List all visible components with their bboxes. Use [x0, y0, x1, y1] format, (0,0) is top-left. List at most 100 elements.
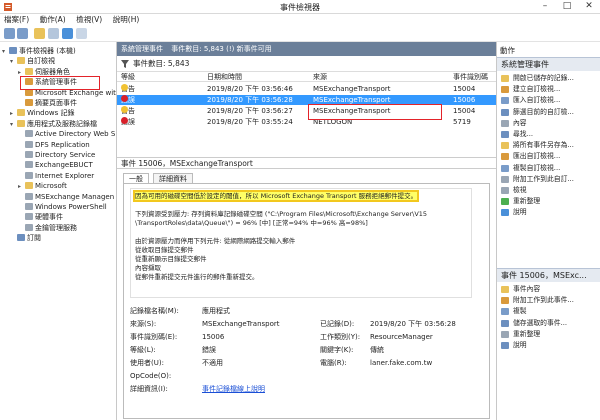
expander-icon[interactable]: ▾: [10, 57, 17, 67]
online-help-link[interactable]: 事件記錄檔線上說明: [202, 384, 265, 394]
action-item[interactable]: 儲存選取的事件...: [497, 318, 600, 329]
description-text: 從收取目錄提交郵件: [135, 246, 194, 254]
tree-node[interactable]: ▾ 應用程式及服務記錄檔: [10, 119, 97, 129]
action-item[interactable]: 說明: [497, 207, 600, 218]
tree-node[interactable]: Windows PowerShell: [18, 202, 107, 212]
tree-node[interactable]: Active Directory Web S: [18, 129, 115, 139]
action-item[interactable]: 附加工作到此事件...: [497, 295, 600, 306]
cell-id: 5719: [453, 118, 471, 126]
expander-icon[interactable]: ▾: [2, 47, 9, 57]
table-row[interactable]: 警告 2019/8/20 下午 03:56:27 MSExchangeTranspo…: [117, 106, 496, 116]
col-source[interactable]: 來源: [313, 72, 327, 82]
description-line: [135, 228, 467, 237]
action-icon: [501, 330, 509, 338]
tree-node[interactable]: Directory Service: [18, 150, 95, 160]
tree-node[interactable]: 摘要頁面事件: [18, 98, 77, 108]
minimize-button[interactable]: –: [534, 0, 556, 13]
tree-node-label: 自訂檢視: [27, 57, 55, 66]
menu-bar: 檔案(F) 動作(A) 檢視(V) 說明(H): [0, 14, 600, 26]
field-label: 等級(L):: [130, 346, 156, 354]
field-label: 電腦(R):: [320, 359, 347, 367]
menu-file[interactable]: 檔案(F): [0, 14, 33, 26]
tree-node[interactable]: 硬體事件: [18, 212, 63, 222]
event-count-bar: 事件數目: 5,843: [117, 58, 496, 70]
title-bar: 事件檢視器 – □ ✕: [0, 0, 600, 14]
col-event-id[interactable]: 事件識別碼: [453, 72, 488, 82]
folder-icon: [17, 109, 25, 117]
tree-node[interactable]: 系統管理事件: [18, 77, 77, 87]
table-row[interactable]: 錯誤 2019/8/20 下午 03:55:24 NETLOGON 5719: [117, 117, 496, 127]
action-item[interactable]: 將所有事件另存為...: [497, 140, 600, 151]
table-row[interactable]: 錯誤 2019/8/20 下午 03:56:28 MSExchangeTranspo…: [117, 95, 496, 105]
action-item[interactable]: 匯入自訂檢視...: [497, 95, 600, 106]
folder-icon[interactable]: [34, 28, 45, 39]
tree-node[interactable]: ▾ 自訂檢視: [10, 56, 55, 66]
cell: 警告: [121, 106, 135, 116]
event-grid: 等級 日期和時間 來源 事件識別碼 警告 2019/8/20 下午 03:56:4…: [117, 71, 496, 159]
folder-icon: [25, 88, 33, 96]
back-icon[interactable]: [4, 28, 15, 39]
col-datetime[interactable]: 日期和時間: [207, 72, 242, 82]
menu-view[interactable]: 檢視(V): [72, 14, 106, 26]
action-item[interactable]: 附加工作到此自訂...: [497, 174, 600, 185]
tree-node[interactable]: ▾ 事件檢視器 (本機): [2, 46, 76, 56]
table-row[interactable]: 警告 2019/8/20 下午 03:56:46 MSExchangeTranspo…: [117, 84, 496, 94]
close-button[interactable]: ✕: [578, 0, 600, 13]
action-item[interactable]: 重新整理: [497, 329, 600, 340]
action-label: 建立自訂檢視...: [513, 85, 561, 94]
action-item[interactable]: 複製: [497, 306, 600, 317]
tree-node[interactable]: ▸ Windows 記錄: [10, 108, 74, 118]
tree-node[interactable]: ▸ 伺服器角色: [18, 67, 70, 77]
tree-node[interactable]: 金鑰管理服務: [18, 223, 77, 233]
console-icon[interactable]: [48, 28, 59, 39]
tree-node[interactable]: ExchangeEBUCT: [18, 160, 93, 170]
expander-icon[interactable]: ▾: [10, 120, 17, 130]
menu-action[interactable]: 動作(A): [36, 14, 70, 26]
properties-icon[interactable]: [76, 28, 87, 39]
folder-icon: [25, 203, 33, 210]
action-item[interactable]: 說明: [497, 340, 600, 351]
field-label: 工作類別(Y):: [320, 333, 361, 341]
tree-node[interactable]: Internet Explorer: [18, 171, 94, 181]
action-item[interactable]: 複製自訂檢視...: [497, 163, 600, 174]
action-icon: [501, 142, 509, 150]
actions-heading: 動作: [500, 46, 515, 55]
cell-source: MSExchangeTransport: [313, 96, 391, 104]
folder-icon: [25, 161, 33, 169]
tree-node-label: 事件檢視器 (本機): [19, 47, 76, 55]
help-icon[interactable]: [62, 28, 73, 39]
action-item[interactable]: 匯出自訂檢視...: [497, 151, 600, 162]
actions-section[interactable]: 事件 15006，MSExc...: [497, 268, 600, 282]
tree-node[interactable]: MSExchange Managen: [18, 192, 114, 202]
action-item[interactable]: 建立自訂檢視...: [497, 84, 600, 95]
tree-node[interactable]: 訂閱: [10, 233, 41, 243]
menu-help[interactable]: 說明(H): [109, 14, 144, 26]
error-icon: [121, 117, 128, 124]
event-description: 因為可用的磁碟空間低於設定的閾值，所以 Microsoft Exchange T…: [130, 188, 472, 298]
warning-icon: [121, 84, 128, 91]
tree-node[interactable]: DFS Replication: [18, 140, 90, 150]
cell-source: MSExchangeTransport: [313, 85, 391, 93]
action-item[interactable]: 篩選目前的自訂檢...: [497, 107, 600, 118]
cell-source: NETLOGON: [313, 118, 353, 126]
field-label: OpCode(O):: [130, 372, 172, 380]
folder-icon: [25, 67, 33, 75]
action-item[interactable]: 尋找...: [497, 129, 600, 140]
tree-node[interactable]: Microsoft Exchange wit: [18, 88, 116, 98]
action-item[interactable]: 檢視: [497, 185, 600, 196]
tree-node[interactable]: ▸ Microsoft: [18, 181, 67, 191]
action-icon: [501, 198, 509, 206]
action-item[interactable]: 事件內容: [497, 284, 600, 295]
action-item[interactable]: 重新整理: [497, 196, 600, 207]
maximize-button[interactable]: □: [556, 0, 578, 13]
actions-section[interactable]: 系統管理事件: [497, 57, 600, 71]
action-item[interactable]: 開啟已儲存的記錄...: [497, 73, 600, 84]
forward-icon[interactable]: [17, 28, 28, 39]
tree-node-label: 摘要頁面事件: [35, 99, 77, 107]
action-icon: [501, 286, 509, 293]
action-item[interactable]: 內容: [497, 118, 600, 129]
col-level[interactable]: 等級: [121, 72, 135, 82]
action-icon: [501, 342, 509, 349]
description-line: [135, 201, 467, 210]
folder-icon: [25, 171, 33, 179]
